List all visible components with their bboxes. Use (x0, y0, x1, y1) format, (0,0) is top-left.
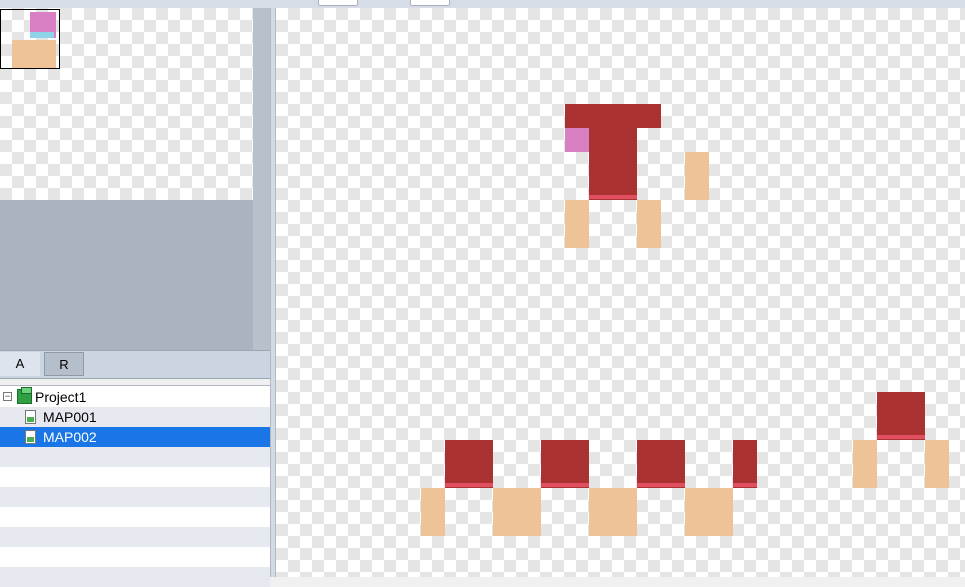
map-icon (25, 410, 36, 424)
map-tile-red (877, 392, 925, 440)
tree-empty-row (0, 567, 270, 587)
map-tile-skin (685, 488, 733, 536)
toolbar-tab-1[interactable] (318, 0, 358, 6)
map-label: MAP002 (43, 429, 97, 445)
tree-item-map001[interactable]: MAP001 (0, 407, 270, 427)
map-tile-edge (637, 483, 685, 487)
tree-empty-row (0, 467, 270, 487)
map-tile-pink (565, 128, 589, 152)
project-icon (17, 387, 32, 404)
map-tile-red (589, 128, 637, 200)
map-tile-skin (421, 488, 445, 536)
tileset-panel (0, 8, 270, 350)
map-tile-edge (589, 195, 637, 199)
tree-empty-row (0, 487, 270, 507)
map-tile-skin (565, 200, 589, 248)
tab-a[interactable]: A (0, 352, 40, 376)
tree-empty-row (0, 547, 270, 567)
toolbar-tab-2[interactable] (410, 0, 450, 6)
tile-selection-box (0, 9, 60, 69)
map-tile-red (445, 440, 493, 488)
map-tile-red (637, 440, 685, 488)
map-canvas[interactable] (276, 8, 965, 577)
map-tile-edge (445, 483, 493, 487)
tree-empty-row (0, 527, 270, 547)
map-tile-red (541, 440, 589, 488)
map-tile-skin (685, 152, 709, 200)
map-tile-skin (853, 440, 877, 488)
tree-item-project1[interactable]: − Project1 (0, 387, 270, 407)
map-tile-skin (493, 488, 541, 536)
map-icon (25, 430, 36, 444)
map-tile-edge (541, 483, 589, 487)
map-tile-edge (733, 483, 757, 487)
map-tree: − Project1 MAP001 MAP002 (0, 385, 270, 587)
map-tile-red (565, 104, 661, 128)
map-label: MAP001 (43, 409, 97, 425)
tree-empty-row (0, 507, 270, 527)
map-tile-skin (925, 440, 949, 488)
tree-empty-row (0, 447, 270, 467)
map-tile-skin (589, 488, 637, 536)
tileset-canvas[interactable] (0, 8, 253, 200)
map-tile-red (733, 440, 757, 488)
project-label: Project1 (35, 389, 87, 405)
tree-item-map002[interactable]: MAP002 (0, 427, 270, 447)
tab-r[interactable]: R (44, 352, 84, 376)
left-panel: A R − Project1 MAP001 MAP002 (0, 8, 272, 587)
map-tile-skin (637, 200, 661, 248)
collapse-icon[interactable]: − (3, 392, 12, 401)
map-tile-edge (877, 435, 925, 439)
layer-tabs: A R (0, 350, 270, 379)
tileset-scrollbar[interactable] (253, 8, 270, 350)
